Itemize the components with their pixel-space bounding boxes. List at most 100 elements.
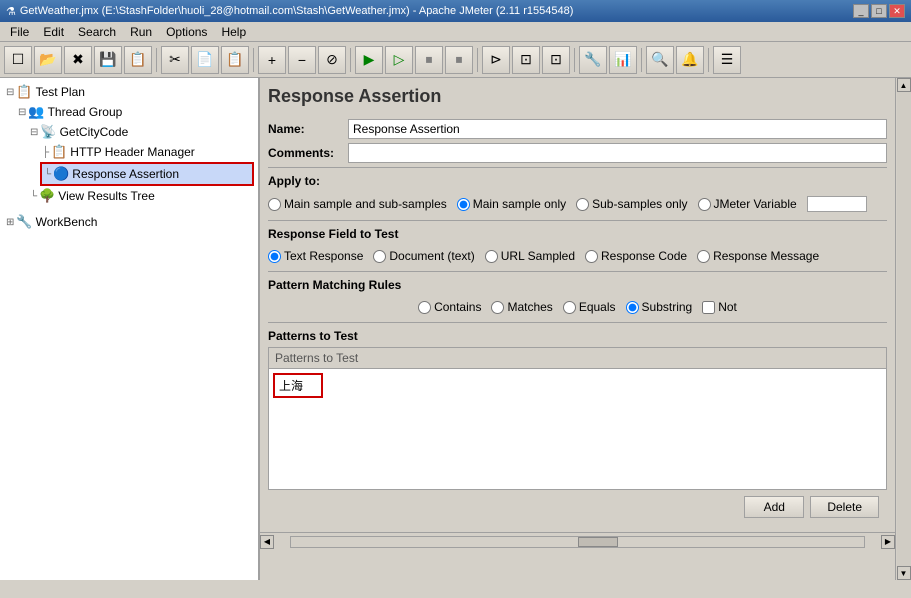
match-contains-radio[interactable] <box>418 301 431 314</box>
pattern-cell-1[interactable]: 上海 <box>273 373 323 398</box>
close-button[interactable]: ✕ <box>889 4 905 18</box>
toolbar-stop[interactable]: ⏹ <box>415 46 443 74</box>
toolbar-remove[interactable]: − <box>288 46 316 74</box>
toolbar-saveas[interactable]: 📋 <box>124 46 152 74</box>
toolbar-add[interactable]: + <box>258 46 286 74</box>
scroll-up-btn[interactable]: ▲ <box>897 78 911 92</box>
menu-options[interactable]: Options <box>160 23 213 41</box>
connector-3: ⊟ <box>30 127 38 138</box>
scroll-vert-track[interactable] <box>897 92 911 566</box>
toolbar-run[interactable]: ▶ <box>355 46 383 74</box>
tree-item-get-city-code[interactable]: ⊟ 📡 GetCityCode <box>28 122 254 142</box>
comments-input[interactable] <box>348 143 887 163</box>
toolbar-sep2 <box>253 48 254 72</box>
toolbar-tool1[interactable]: 🔧 <box>579 46 607 74</box>
app-icon: ⚗ <box>6 5 16 18</box>
scroll-down-btn[interactable]: ▼ <box>897 566 911 580</box>
toolbar-stop-now[interactable]: ⏹ <box>445 46 473 74</box>
field-response-message[interactable]: Response Message <box>697 249 819 263</box>
apply-sub-only[interactable]: Sub-samples only <box>576 197 687 211</box>
scroll-track[interactable] <box>290 536 865 548</box>
toolbar-search[interactable]: 🔍 <box>646 46 674 74</box>
tree-item-view-results[interactable]: └ 🌳 View Results Tree <box>28 186 254 206</box>
maximize-button[interactable]: □ <box>871 4 887 18</box>
field-text-radio[interactable] <box>268 250 281 263</box>
tree-item-workbench[interactable]: ⊞ 🔧 WorkBench <box>4 212 254 232</box>
toolbar-tool2[interactable]: 📊 <box>609 46 637 74</box>
field-url-sampled[interactable]: URL Sampled <box>485 249 575 263</box>
field-document[interactable]: Document (text) <box>373 249 474 263</box>
toolbar-remote-stop[interactable]: ⊡ <box>512 46 540 74</box>
menu-file[interactable]: File <box>4 23 35 41</box>
jmeter-var-input[interactable] <box>807 196 867 212</box>
apply-main-only-radio[interactable] <box>457 198 470 211</box>
tree-item-thread-group[interactable]: ⊟ 👥 Thread Group <box>16 102 254 122</box>
field-document-radio[interactable] <box>373 250 386 263</box>
field-text-response[interactable]: Text Response <box>268 249 363 263</box>
name-input[interactable] <box>348 119 887 139</box>
divider-2 <box>268 220 887 221</box>
toolbar-sep3 <box>350 48 351 72</box>
content-panel: Response Assertion Name: Comments: Apply… <box>260 78 895 532</box>
tree-item-response-assertion[interactable]: └ 🔵 Response Assertion <box>40 162 254 186</box>
toolbar-sep1 <box>156 48 157 72</box>
toolbar-close-test[interactable]: ✖ <box>64 46 92 74</box>
field-document-label: Document (text) <box>389 249 474 263</box>
toolbar-open[interactable]: 📂 <box>34 46 62 74</box>
tree-item-http-header[interactable]: ├ 📋 HTTP Header Manager <box>40 142 254 162</box>
tree-item-test-plan[interactable]: ⊟ 📋 Test Plan <box>4 82 254 102</box>
match-matches[interactable]: Matches <box>491 300 552 314</box>
match-not-checkbox[interactable] <box>702 301 715 314</box>
field-url-radio[interactable] <box>485 250 498 263</box>
match-not[interactable]: Not <box>702 300 737 314</box>
field-text-label: Text Response <box>284 249 363 263</box>
horizontal-scrollbar[interactable]: ◀ ▶ <box>260 532 895 550</box>
delete-button[interactable]: Delete <box>810 496 879 518</box>
match-matches-label: Matches <box>507 300 552 314</box>
toolbar-copy[interactable]: 📄 <box>191 46 219 74</box>
match-substring[interactable]: Substring <box>626 300 693 314</box>
scroll-thumb[interactable] <box>578 537 618 547</box>
apply-sub-only-radio[interactable] <box>576 198 589 211</box>
toolbar-paste[interactable]: 📋 <box>221 46 249 74</box>
match-equals-label: Equals <box>579 300 616 314</box>
minimize-button[interactable]: _ <box>853 4 869 18</box>
toolbar-new[interactable]: ☐ <box>4 46 32 74</box>
apply-main-sub-radio[interactable] <box>268 198 281 211</box>
field-url-label: URL Sampled <box>501 249 575 263</box>
match-equals-radio[interactable] <box>563 301 576 314</box>
toolbar-save[interactable]: 💾 <box>94 46 122 74</box>
field-response-code[interactable]: Response Code <box>585 249 687 263</box>
toolbar-run-no-pause[interactable]: ▷ <box>385 46 413 74</box>
menu-search[interactable]: Search <box>72 23 122 41</box>
thread-group-label: Thread Group <box>48 105 123 119</box>
match-equals[interactable]: Equals <box>563 300 616 314</box>
scroll-right-btn[interactable]: ▶ <box>881 535 895 549</box>
toolbar-remote-stop-all[interactable]: ⊡ <box>542 46 570 74</box>
toolbar-list[interactable]: ☰ <box>713 46 741 74</box>
match-substring-radio[interactable] <box>626 301 639 314</box>
match-matches-radio[interactable] <box>491 301 504 314</box>
toolbar-cut[interactable]: ✂ <box>161 46 189 74</box>
menu-edit[interactable]: Edit <box>37 23 70 41</box>
field-code-label: Response Code <box>601 249 687 263</box>
toolbar-clear[interactable]: ⊘ <box>318 46 346 74</box>
name-label: Name: <box>268 122 348 136</box>
toolbar-sep6 <box>641 48 642 72</box>
field-message-radio[interactable] <box>697 250 710 263</box>
toolbar-tool3[interactable]: 🔔 <box>676 46 704 74</box>
add-button[interactable]: Add <box>744 496 804 518</box>
menu-run[interactable]: Run <box>124 23 158 41</box>
menu-bar: File Edit Search Run Options Help <box>0 22 911 42</box>
scroll-left-btn[interactable]: ◀ <box>260 535 274 549</box>
apply-main-only[interactable]: Main sample only <box>457 197 566 211</box>
field-code-radio[interactable] <box>585 250 598 263</box>
toolbar-remote-start[interactable]: ⊳ <box>482 46 510 74</box>
apply-jmeter-var-radio[interactable] <box>698 198 711 211</box>
match-contains[interactable]: Contains <box>418 300 481 314</box>
content-inner: Response Assertion Name: Comments: Apply… <box>260 78 895 580</box>
apply-jmeter-var[interactable]: JMeter Variable <box>698 197 797 211</box>
apply-main-sub[interactable]: Main sample and sub-samples <box>268 197 447 211</box>
menu-help[interactable]: Help <box>215 23 252 41</box>
http-header-label: HTTP Header Manager <box>70 145 195 159</box>
